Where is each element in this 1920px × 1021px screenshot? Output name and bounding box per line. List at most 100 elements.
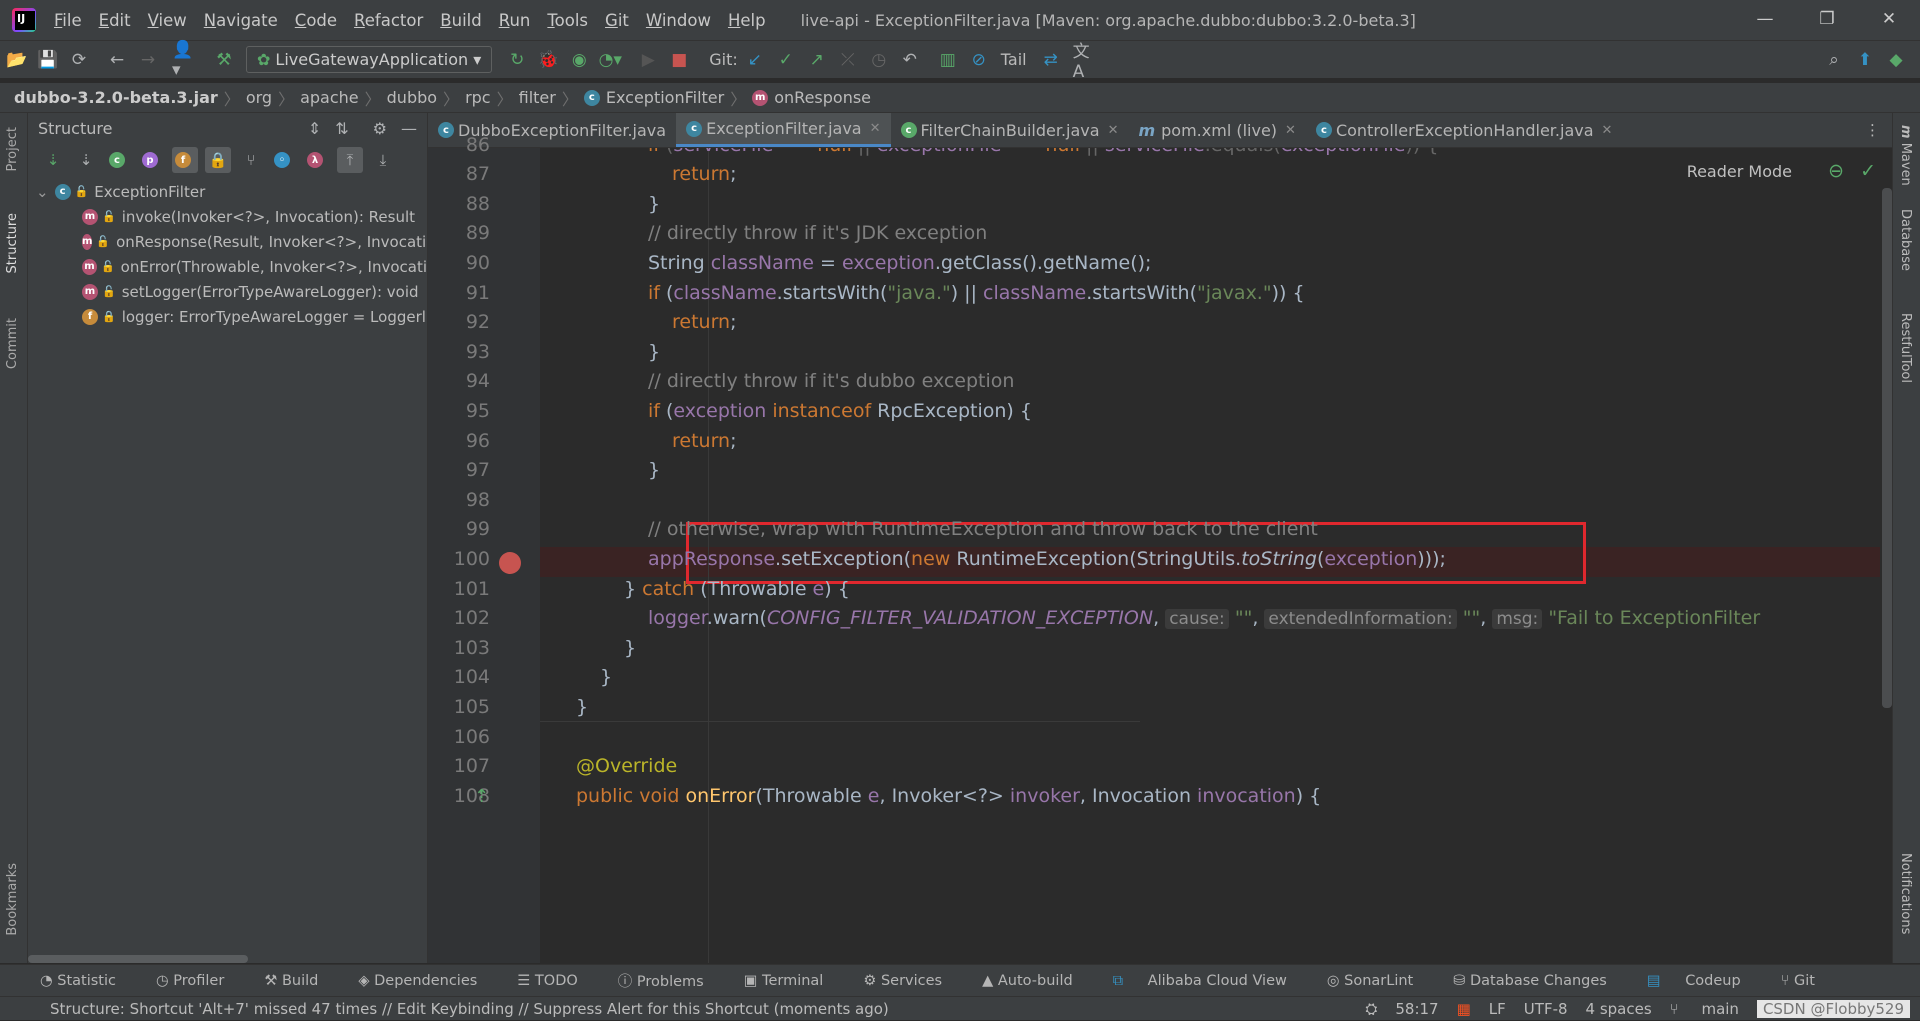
tree-root[interactable]: ⌄ c 🔓 ExceptionFilter [28,179,427,204]
restore-icon[interactable]: ❐ [1796,0,1858,40]
tree-item[interactable]: m 🔓 onResponse(Result, Invoker<?>, Invocat… [28,229,427,254]
breakpoint-icon[interactable] [499,552,521,574]
maven-tool-tab[interactable]: m Maven [1898,125,1913,186]
hide-panel-icon[interactable]: — [401,119,417,138]
horizontal-scrollbar[interactable] [28,955,248,963]
auto-build-tool[interactable]: ▲ Auto-build [982,973,1093,989]
tab-filter-chain-builder[interactable]: c FilterChainBuilder.java ✕ [891,113,1129,147]
update-icon[interactable]: ⬆ [1851,46,1879,74]
tab-controller-exception-handler[interactable]: c ControllerExceptionHandler.java ✕ [1306,113,1623,147]
no-entry-icon[interactable]: ⊘ [965,46,993,74]
project-tool-tab[interactable]: Project [5,127,20,171]
debug-icon[interactable]: 🐞 [534,46,562,74]
autoscroll-to-source-icon[interactable]: ⤒ [337,147,363,173]
run-icon[interactable]: ▶ [634,46,662,74]
line-separator[interactable]: LF [1489,1000,1506,1018]
open-folder-icon[interactable]: 📂 [3,46,31,74]
show-properties-icon[interactable]: p [139,147,165,173]
menu-tools[interactable]: Tools [547,11,588,30]
crumb-jar[interactable]: dubbo-3.2.0-beta.3.jar [14,88,218,107]
menu-code[interactable]: Code [295,11,337,30]
close-icon[interactable]: ✕ [1858,0,1920,40]
check-icon[interactable]: ✓ [1860,160,1876,182]
tab-pom-xml[interactable]: m pom.xml (live) ✕ [1128,113,1305,147]
terminal-tool[interactable]: ▣ Terminal [744,973,844,989]
dependencies-tool[interactable]: ◈ Dependencies [358,973,497,989]
git-commit-icon[interactable]: ✓ [772,46,800,74]
gear-icon[interactable]: ⚙ [373,119,387,138]
forward-icon[interactable]: → [134,46,162,74]
tree-item[interactable]: m 🔓 onError(Throwable, Invoker<?>, Invocat… [28,254,427,279]
alibaba-cloud-tool[interactable]: ⧉ Alibaba Cloud View [1113,973,1307,989]
git-tool[interactable]: ⑂ Git [1781,973,1835,989]
caret-position[interactable]: 58:17 [1395,1000,1438,1018]
git-history-icon[interactable]: ◷ [865,46,893,74]
tree-item[interactable]: m 🔓 invoke(Invoker<?>, Invocation): Result [28,204,427,229]
show-inherited-icon[interactable]: c [106,147,132,173]
search-icon[interactable]: ⌕ [1820,46,1848,74]
translate-icon[interactable]: 文A [1073,42,1101,82]
git-push-icon[interactable]: ↗ [803,46,831,74]
menu-refactor[interactable]: Refactor [354,11,423,30]
crumb-org[interactable]: org [246,88,272,107]
menu-navigate[interactable]: Navigate [204,11,278,30]
close-tab-icon[interactable]: ✕ [870,121,881,136]
crumb-apache[interactable]: apache [300,88,359,107]
close-tab-icon[interactable]: ✕ [1602,123,1613,138]
commit-tool-tab[interactable]: Commit [5,318,20,369]
crumb-class[interactable]: ExceptionFilter [606,88,724,107]
encoding[interactable]: UTF-8 [1524,1000,1568,1018]
crumb-method[interactable]: onResponse [774,88,871,107]
menu-edit[interactable]: Edit [99,11,131,30]
coverage-icon[interactable]: ◉ [565,46,593,74]
notifications-tool-tab[interactable]: Notifications [1898,853,1913,934]
codeup-tool[interactable]: ▤ Codeup [1647,973,1761,989]
todo-tool[interactable]: ☰ TODO [517,973,597,989]
code-area[interactable]: if (serviceFile == null || exceptionFile… [540,148,1892,963]
structure-tool-tab[interactable]: Structure [5,213,20,273]
crumb-rpc[interactable]: rpc [465,88,491,107]
sonarlint-tool[interactable]: ◎ SonarLint [1327,973,1433,989]
rerun-icon[interactable]: ↻ [503,46,531,74]
menu-window[interactable]: Window [646,11,711,30]
minimize-icon[interactable]: — [1734,0,1796,40]
close-tab-icon[interactable]: ✕ [1285,123,1296,138]
back-icon[interactable]: ← [103,46,131,74]
autoscroll-from-source-icon[interactable]: ⤓ [370,147,396,173]
sync-icon[interactable]: ⟳ [65,46,93,74]
stop-icon[interactable]: ■ [665,46,693,74]
run-config-select[interactable]: ✿ LiveGatewayApplication ▾ [246,46,493,73]
menu-build[interactable]: Build [440,11,481,30]
git-update-icon[interactable]: ↙ [741,46,769,74]
problems-tool[interactable]: ⓘ Problems [618,970,724,991]
restful-tool-tab[interactable]: RestfulTool [1898,313,1913,383]
show-non-public-icon[interactable]: 🔒 [205,147,231,173]
statistic-tool[interactable]: ◔ Statistic [40,973,136,989]
close-tab-icon[interactable]: ✕ [1108,123,1119,138]
tail-button[interactable]: Tail [1001,50,1027,69]
show-lambdas-icon[interactable]: λ [304,147,330,173]
tree-item[interactable]: f 🔒 logger: ErrorTypeAwareLogger = Loggerl [28,304,427,329]
show-hierarchy-icon[interactable]: ⑂ [238,147,264,173]
override-gutter-icon[interactable]: ⇡ [474,786,489,807]
chart-icon[interactable]: ▥ [934,46,962,74]
status-message[interactable]: Structure: Shortcut 'Alt+7' missed 47 ti… [50,1000,889,1018]
user-icon[interactable]: 👤▾ [172,40,200,80]
bookmarks-tool-tab[interactable]: Bookmarks [5,863,20,936]
show-fields-icon[interactable]: f [172,147,198,173]
sort-visibility-icon[interactable]: ⇣ [40,147,66,173]
menu-file[interactable]: File [54,11,82,30]
memory-icon[interactable]: ⛭ [1365,1000,1377,1018]
tab-exception-filter[interactable]: c ExceptionFilter.java ✕ [676,113,891,147]
menu-view[interactable]: View [148,11,187,30]
tree-item[interactable]: m 🔓 setLogger(ErrorTypeAwareLogger): void [28,279,427,304]
save-icon[interactable]: 💾 [34,46,62,74]
crumb-filter[interactable]: filter [519,88,556,107]
collapse-all-icon[interactable]: ⇅ [335,119,348,138]
git-branch[interactable]: ⑂ main [1670,1000,1739,1018]
menu-git[interactable]: Git [605,11,629,30]
tab-menu-icon[interactable]: ⋮ [1853,113,1892,147]
database-changes-tool[interactable]: ⛁ Database Changes [1453,973,1627,989]
git-rollback-icon[interactable]: ↶ [896,46,924,74]
indent[interactable]: 4 spaces [1586,1000,1652,1018]
